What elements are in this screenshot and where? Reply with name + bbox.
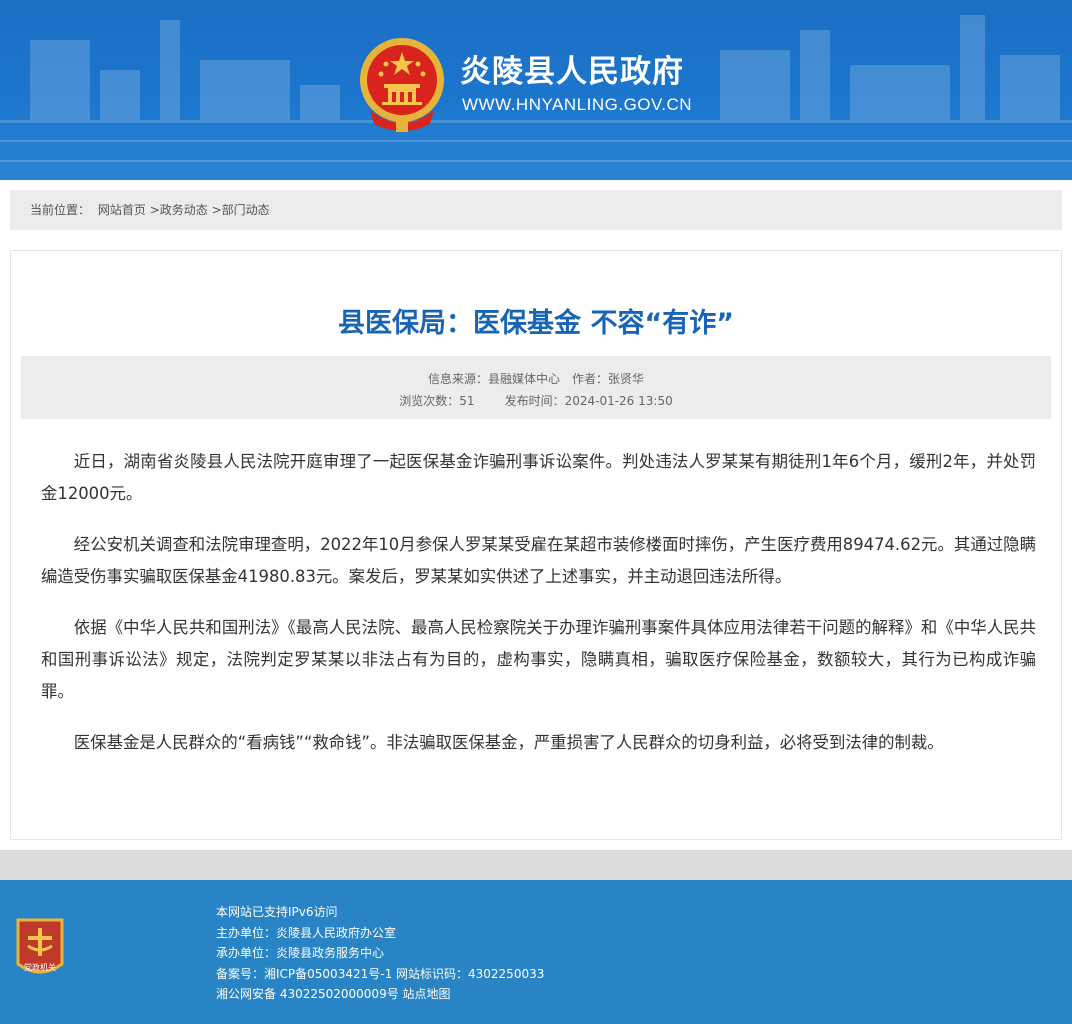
footer-organizer-line: 承办单位：炎陵县政务服务中心 (216, 946, 385, 960)
author-value: 张贤华 (608, 372, 645, 386)
source-label: 信息来源： (427, 372, 488, 386)
source-value: 县融媒体中心 (487, 372, 560, 386)
author-label: 作者： (572, 372, 609, 386)
breadcrumb-home-link[interactable]: 网站首页 (98, 203, 146, 217)
views-value: 51 (459, 394, 475, 408)
footer-police-line[interactable]: 湘公网安备 43022502000009号 站点地图 (216, 984, 544, 1005)
article-paragraph: 依据《中华人民共和国刑法》《最高人民法院、最高人民检察院关于办理诈骗刑事案件具体… (41, 618, 1036, 701)
article-container: 县医保局：医保基金 不容“有诈” 信息来源：县融媒体中心 作者：张贤华 浏览次数：… (10, 250, 1062, 840)
article-title: 县医保局：医保基金 不容“有诈” (338, 308, 734, 339)
national-emblem-icon (360, 38, 444, 132)
footer-icp-line[interactable]: 备案号：湘ICP备05003421号-1 网站标识码：4302250033 (216, 964, 544, 985)
footer-sponsor-line: 主办单位：炎陵县人民政府办公室 (216, 925, 397, 940)
views-label: 浏览次数： (399, 394, 460, 408)
article-content: 近日，湖南省炎陵县人民法院开庭审理了一起医保基金诈骗刑事诉讼案件。判处违法人罗某… (41, 446, 1036, 778)
footer-ipv6-line: 本网站已支持IPv6访问 (216, 905, 338, 919)
badge-text: 党政机关 (24, 962, 56, 972)
party-government-badge-icon[interactable]: 党政机关 (14, 918, 66, 980)
footer-divider-band (0, 850, 1072, 880)
article-paragraph: 医保基金是人民群众的“看病钱”“救命钱”。非法骗取医保基金，严重损害了人民群众的… (73, 733, 944, 752)
article-paragraph: 经公安机关调查和法院审理查明，2022年10月参保人罗某某受雇在某超市装修楼面时… (41, 535, 1036, 586)
date-label: 发布时间： (504, 394, 565, 408)
date-value: 2024-01-26 13:50 (564, 394, 673, 408)
breadcrumb: 当前位置： 网站首页 >政务动态 >部门动态 (10, 190, 1062, 230)
breadcrumb-label: 当前位置： (30, 203, 91, 217)
site-header: 炎陵县人民政府 WWW.HNYANLING.GOV.CN (0, 0, 1072, 180)
site-footer: 党政机关 本网站已支持IPv6访问 主办单位：炎陵县人民政府办公室 承办单位：炎… (0, 880, 1072, 1024)
breadcrumb-policy-news-link[interactable]: >政务动态 (150, 203, 208, 217)
site-title: 炎陵县人民政府 (460, 54, 684, 90)
article-paragraph: 近日，湖南省炎陵县人民法院开庭审理了一起医保基金诈骗刑事诉讼案件。判处违法人罗某… (41, 452, 1036, 503)
site-url: WWW.HNYANLING.GOV.CN (462, 95, 693, 114)
article-meta: 信息来源：县融媒体中心 作者：张贤华 浏览次数：51 发布时间：2024-01-26… (21, 356, 1051, 419)
footer-info: 本网站已支持IPv6访问 主办单位：炎陵县人民政府办公室 承办单位：炎陵县政务服… (216, 902, 544, 1005)
breadcrumb-department-news-link[interactable]: >部门动态 (212, 203, 270, 217)
